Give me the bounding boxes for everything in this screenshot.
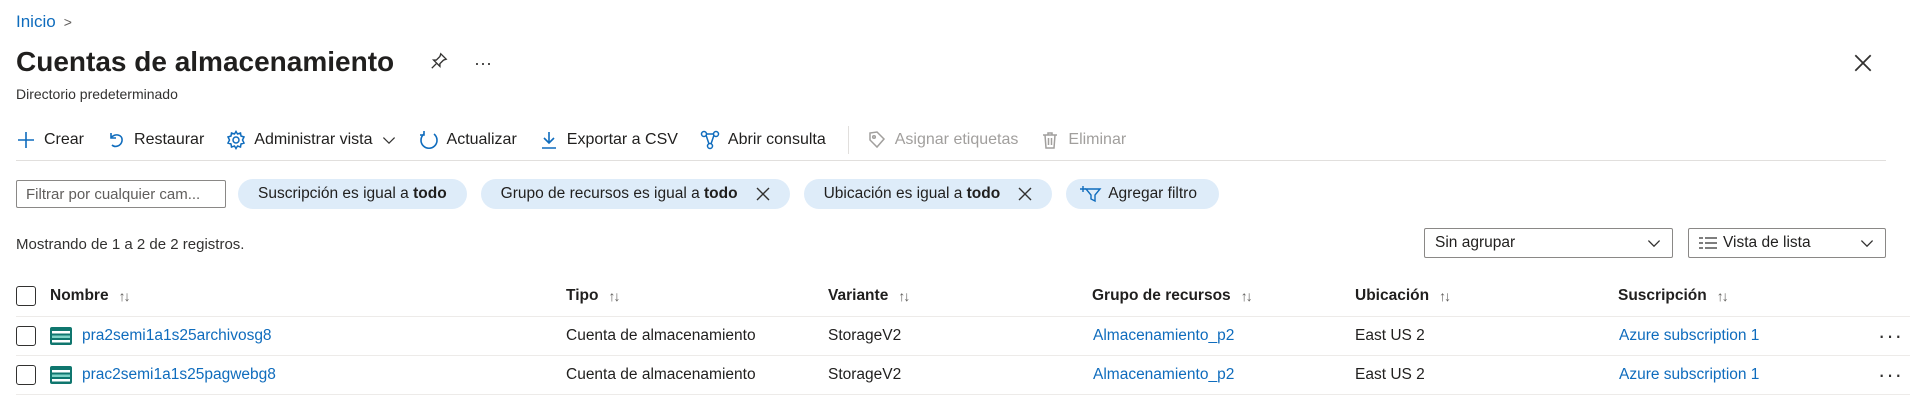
- variant-cell: StorageV2: [828, 366, 902, 383]
- subscription-cell: Azure subscription 1: [1619, 317, 1759, 355]
- column-header-type[interactable]: Tipo ↑↓: [566, 276, 620, 316]
- location-cell: East US 2: [1355, 366, 1425, 383]
- row-more-actions-icon[interactable]: ···: [1878, 356, 1903, 394]
- manage-view-button[interactable]: Administrar vista: [226, 130, 396, 150]
- export-csv-button[interactable]: Exportar a CSV: [539, 130, 678, 150]
- list-view-icon: [1699, 237, 1717, 249]
- resource-group-cell: Almacenamiento_p2: [1093, 317, 1234, 355]
- subscription-cell: Azure subscription 1: [1619, 356, 1759, 394]
- create-button[interactable]: Crear: [16, 130, 84, 150]
- query-graph-icon: [700, 130, 720, 150]
- column-header-location[interactable]: Ubicación ↑↓: [1355, 276, 1451, 316]
- chevron-down-icon: [1647, 240, 1661, 248]
- column-header-resource-group[interactable]: Grupo de recursos ↑↓: [1092, 276, 1253, 316]
- breadcrumb: Inicio >: [16, 12, 72, 32]
- trash-icon: [1043, 132, 1058, 149]
- row-checkbox[interactable]: [16, 326, 36, 346]
- filter-pill-location[interactable]: Ubicación es igual a todo: [803, 179, 1053, 209]
- more-options-icon[interactable]: ···: [474, 53, 492, 74]
- command-bar: Crear Restaurar Administrar vista Actual…: [16, 126, 1886, 154]
- resource-group-cell: Almacenamiento_p2: [1093, 356, 1234, 394]
- storage-account-link[interactable]: pra2semi1a1s25archivosg8: [82, 327, 272, 345]
- sort-icon: ↑↓: [1716, 288, 1729, 304]
- grouping-dropdown[interactable]: Sin agrupar: [1424, 228, 1673, 258]
- command-bar-divider: [16, 160, 1886, 161]
- records-count-text: Mostrando de 1 a 2 de 2 registros.: [16, 236, 245, 253]
- restore-button[interactable]: Restaurar: [106, 130, 204, 150]
- filter-pill-resource-group[interactable]: Grupo de recursos es igual a todo: [480, 179, 790, 209]
- row-checkbox-cell: [16, 356, 36, 394]
- refresh-button[interactable]: Actualizar: [419, 130, 517, 150]
- sort-icon: ↑↓: [1439, 288, 1451, 304]
- row-checkbox[interactable]: [16, 365, 36, 385]
- tag-icon: [869, 131, 885, 149]
- close-icon[interactable]: [756, 187, 770, 201]
- gear-icon: [227, 130, 246, 150]
- variant-cell: StorageV2: [828, 327, 902, 344]
- storage-account-icon: [50, 327, 72, 345]
- table-header-row: Nombre ↑↓ Tipo ↑↓ Variante ↑↓ Grupo de recu…: [16, 276, 1910, 317]
- sort-icon: ↑↓: [898, 288, 910, 304]
- title-actions: ···: [430, 52, 492, 75]
- breadcrumb-home-link[interactable]: Inicio: [16, 12, 56, 32]
- subscription-link[interactable]: Azure subscription 1: [1619, 327, 1759, 345]
- filter-pills: Suscripción es igual a todo Grupo de rec…: [238, 179, 1219, 209]
- column-header-subscription[interactable]: Suscripción ↑↓: [1618, 276, 1729, 316]
- undo-icon: [110, 133, 123, 148]
- download-icon: [541, 132, 556, 149]
- storage-account-link[interactable]: prac2semi1a1s25pagwebg8: [82, 366, 276, 384]
- add-filter-icon: [1080, 186, 1102, 203]
- select-all-checkbox[interactable]: [16, 286, 36, 306]
- storage-accounts-table: Nombre ↑↓ Tipo ↑↓ Variante ↑↓ Grupo de recu…: [16, 276, 1910, 395]
- select-all-checkbox-cell: [16, 276, 36, 316]
- sort-icon: ↑↓: [608, 288, 620, 304]
- page-title: Cuentas de almacenamiento: [16, 46, 395, 77]
- resource-group-link[interactable]: Almacenamiento_p2: [1093, 327, 1234, 345]
- resource-group-link[interactable]: Almacenamiento_p2: [1093, 366, 1234, 384]
- type-cell: Cuenta de almacenamiento: [566, 366, 756, 383]
- add-filter-button[interactable]: Agregar filtro: [1066, 179, 1219, 209]
- table-row: pra2semi1a1s25archivosg8 Cuenta de almac…: [16, 317, 1910, 356]
- sort-icon: ↑↓: [118, 288, 131, 304]
- type-cell: Cuenta de almacenamiento: [566, 327, 756, 344]
- view-dropdown[interactable]: Vista de lista: [1688, 228, 1886, 258]
- chevron-right-icon: >: [63, 14, 72, 30]
- delete-button[interactable]: Eliminar: [1040, 130, 1126, 150]
- name-cell: pra2semi1a1s25archivosg8: [50, 317, 272, 355]
- column-header-name[interactable]: Nombre ↑↓: [50, 276, 131, 316]
- column-header-variant[interactable]: Variante ↑↓: [828, 276, 910, 316]
- row-more-actions-icon[interactable]: ···: [1878, 317, 1903, 355]
- storage-account-icon: [50, 366, 72, 384]
- subscription-link[interactable]: Azure subscription 1: [1619, 366, 1759, 384]
- name-cell: prac2semi1a1s25pagwebg8: [50, 356, 276, 394]
- row-checkbox-cell: [16, 317, 36, 355]
- open-query-button[interactable]: Abrir consulta: [700, 130, 826, 150]
- page-subtitle: Directorio predeterminado: [16, 86, 178, 102]
- command-separator: [847, 126, 849, 154]
- assign-tags-button[interactable]: Asignar etiquetas: [867, 130, 1018, 150]
- location-cell: East US 2: [1355, 327, 1425, 344]
- close-icon[interactable]: [1018, 187, 1032, 201]
- pin-icon[interactable]: [430, 52, 448, 75]
- filter-search-input[interactable]: [16, 180, 226, 208]
- chevron-down-icon: [1860, 240, 1874, 248]
- table-row: prac2semi1a1s25pagwebg8 Cuenta de almace…: [16, 356, 1910, 395]
- close-icon[interactable]: [1852, 52, 1878, 78]
- refresh-icon: [419, 131, 438, 149]
- sort-icon: ↑↓: [1240, 288, 1253, 304]
- plus-icon: [18, 132, 34, 148]
- filter-pill-subscription[interactable]: Suscripción es igual a todo: [238, 179, 467, 209]
- chevron-down-icon: [382, 137, 395, 145]
